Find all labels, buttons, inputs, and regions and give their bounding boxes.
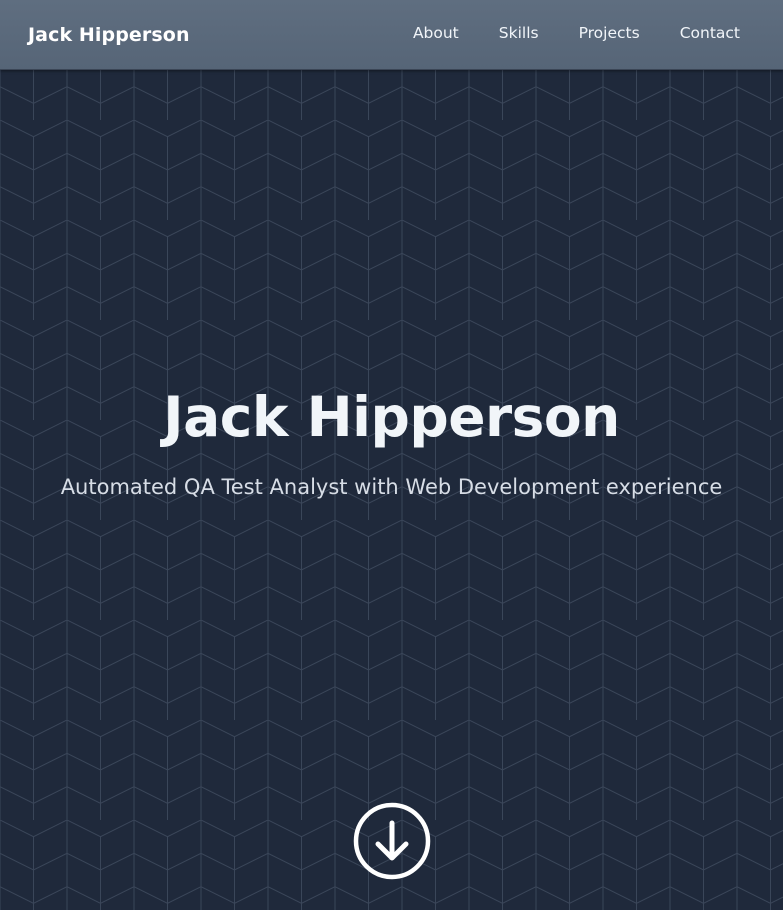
nav-link-skills[interactable]: Skills [499,21,539,45]
hero-subtitle: Automated QA Test Analyst with Web Devel… [60,475,723,499]
hero-section: Jack Hipperson Automated QA Test Analyst… [0,0,783,910]
navbar: Jack Hipperson About Skills Projects Con… [0,0,783,70]
nav-link-projects[interactable]: Projects [579,21,640,45]
hero-content: Jack Hipperson Automated QA Test Analyst… [0,382,783,502]
arrow-down-circle-icon [353,802,431,880]
nav-links: About Skills Projects Contact [373,21,740,45]
brand-link[interactable]: Jack Hipperson [28,22,190,48]
nav-link-contact[interactable]: Contact [680,21,740,45]
hero-title: Jack Hipperson [163,385,620,449]
nav-link-about[interactable]: About [413,21,459,45]
scroll-down-button[interactable] [353,802,431,880]
